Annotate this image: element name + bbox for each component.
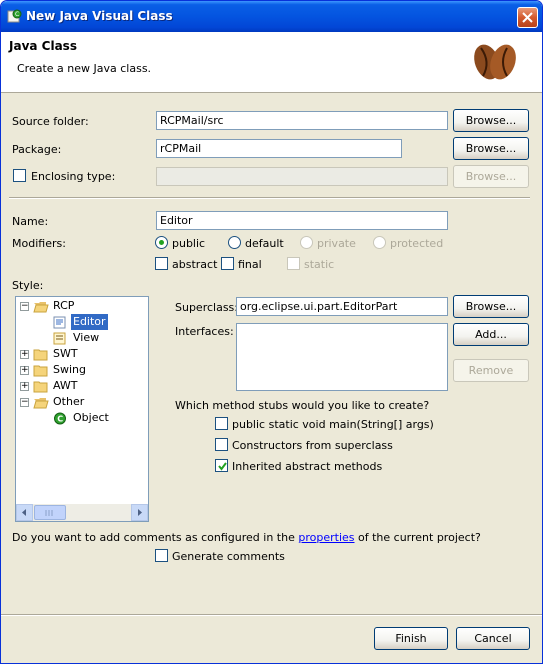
enclosing-type-browse-button: Browse...	[453, 165, 529, 188]
folder-open-icon	[33, 398, 49, 409]
enclosing-type-label: Enclosing type:	[31, 170, 116, 183]
svg-text:C: C	[15, 11, 19, 18]
name-label: Name:	[12, 215, 49, 228]
footer-separator	[1, 614, 542, 616]
tree-node-editor[interactable]: Editor	[71, 314, 108, 330]
grip-icon	[45, 510, 53, 516]
tree-horizontal-scrollbar[interactable]	[16, 504, 148, 521]
banner-title: Java Class	[9, 39, 77, 53]
tree-node-view[interactable]: View	[73, 330, 99, 346]
inherited-abstract-checkbox[interactable]	[215, 459, 228, 472]
arrow-left-icon	[22, 509, 26, 516]
close-button[interactable]	[517, 7, 538, 28]
name-field[interactable]: Editor	[156, 211, 448, 230]
style-label: Style:	[12, 279, 44, 292]
properties-link[interactable]: properties	[298, 531, 354, 544]
method-stubs-question: Which method stubs would you like to cre…	[175, 399, 430, 412]
add-interface-button[interactable]: Add...	[453, 323, 529, 346]
dialog-window: C New Java Visual Class Java Class Creat…	[0, 0, 543, 664]
superclass-label: Superclass:	[175, 301, 238, 314]
tree-node-object[interactable]: Object	[73, 410, 109, 426]
interfaces-list[interactable]	[236, 323, 448, 391]
interfaces-label: Interfaces:	[175, 325, 234, 338]
finish-button[interactable]: Finish	[374, 627, 448, 650]
close-icon	[522, 12, 533, 23]
scroll-thumb[interactable]	[34, 505, 66, 520]
swt-expand-toggle[interactable]: +	[20, 350, 29, 359]
enclosing-type-checkbox[interactable]	[13, 169, 26, 182]
checkmark-icon	[218, 462, 227, 471]
rcp-collapse-toggle[interactable]: −	[20, 302, 29, 311]
cancel-button[interactable]: Cancel	[456, 627, 530, 650]
static-label: static	[304, 258, 335, 271]
public-radio[interactable]	[155, 236, 168, 249]
constructors-checkbox[interactable]	[215, 438, 228, 451]
source-folder-field[interactable]: RCPMail/src	[156, 111, 448, 130]
constructors-label: Constructors from superclass	[232, 439, 393, 452]
editor-icon	[53, 316, 66, 329]
final-label: final	[238, 258, 262, 271]
modifiers-label: Modifiers:	[12, 237, 66, 250]
package-browse-button[interactable]: Browse...	[453, 137, 529, 160]
abstract-checkbox[interactable]	[155, 257, 168, 270]
private-radio-label: private	[317, 237, 356, 250]
package-label: Package:	[12, 143, 62, 156]
source-folder-browse-button[interactable]: Browse...	[453, 109, 529, 132]
default-radio-label: default	[245, 237, 284, 250]
tree-node-rcp[interactable]: RCP	[53, 298, 74, 314]
tree-node-swing[interactable]: Swing	[53, 362, 86, 378]
wizard-banner: Java Class Create a new Java class.	[1, 32, 542, 93]
package-field[interactable]: rCPMail	[156, 139, 402, 158]
enclosing-type-field	[156, 167, 448, 186]
view-icon	[53, 332, 66, 345]
inherited-abstract-label: Inherited abstract methods	[232, 460, 383, 473]
protected-radio-label: protected	[390, 237, 444, 250]
java-class-icon: C	[7, 9, 22, 23]
title-bar[interactable]: C New Java Visual Class	[1, 1, 542, 32]
tree-node-awt[interactable]: AWT	[53, 378, 78, 394]
superclass-field[interactable]: org.eclipse.ui.part.EditorPart	[236, 297, 448, 316]
final-checkbox[interactable]	[221, 257, 234, 270]
private-radio	[300, 236, 313, 249]
tree-node-other[interactable]: Other	[53, 394, 84, 410]
svg-text:C: C	[57, 415, 63, 424]
generate-comments-checkbox[interactable]	[155, 549, 168, 562]
default-radio[interactable]	[228, 236, 241, 249]
awt-expand-toggle[interactable]: +	[20, 382, 29, 391]
window-title: New Java Visual Class	[26, 9, 173, 23]
style-tree[interactable]: − RCP Editor View + SWT + Swing + AWT − …	[15, 296, 149, 522]
comments-question: Do you want to add comments as configure…	[12, 531, 481, 544]
banner-description: Create a new Java class.	[17, 62, 152, 75]
folder-icon	[33, 365, 48, 377]
arrow-right-icon	[138, 509, 142, 516]
class-icon: C	[54, 412, 66, 425]
swing-expand-toggle[interactable]: +	[20, 366, 29, 375]
static-checkbox	[287, 257, 300, 270]
main-method-label: public static void main(String[] args)	[232, 418, 434, 431]
folder-icon	[33, 381, 48, 393]
coffee-bean-logo	[474, 44, 516, 80]
superclass-browse-button[interactable]: Browse...	[453, 295, 529, 318]
public-radio-label: public	[172, 237, 206, 250]
scroll-left-button[interactable]	[16, 504, 33, 521]
source-folder-label: Source folder:	[12, 115, 89, 128]
main-method-checkbox[interactable]	[215, 417, 228, 430]
scroll-right-button[interactable]	[131, 504, 148, 521]
other-collapse-toggle[interactable]: −	[20, 398, 29, 407]
protected-radio	[373, 236, 386, 249]
generate-comments-label: Generate comments	[172, 550, 285, 563]
separator	[9, 197, 530, 199]
folder-icon	[33, 349, 48, 361]
abstract-label: abstract	[172, 258, 218, 271]
tree-node-swt[interactable]: SWT	[53, 346, 78, 362]
folder-open-icon	[33, 302, 49, 313]
remove-interface-button: Remove	[453, 359, 529, 382]
